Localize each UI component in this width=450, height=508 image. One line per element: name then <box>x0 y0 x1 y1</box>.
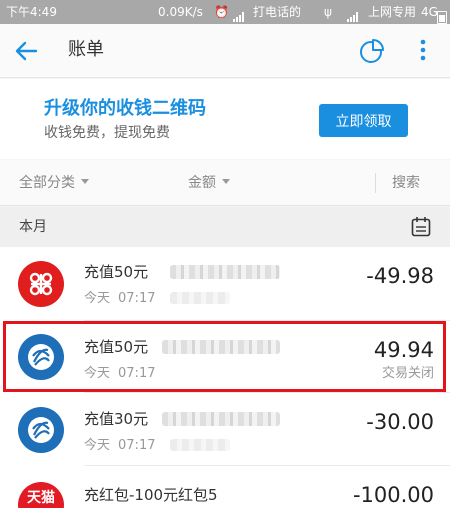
pie-chart-icon <box>360 39 384 63</box>
transaction-name: 充红包-100元红包5 <box>84 486 218 504</box>
status-time: 下午4:49 <box>6 5 57 19</box>
app-bar: 账单 <box>0 24 450 78</box>
transaction-name: 充值50元 <box>84 263 149 281</box>
china-unicom-icon <box>18 261 64 307</box>
status-bar: 下午4:49 0.09K/s ⏰ 打电话的 ψ 上网专用 4G <box>0 0 450 24</box>
calendar-button[interactable] <box>411 216 431 238</box>
back-arrow-icon <box>15 41 38 61</box>
transaction-amount: -49.98 <box>366 264 434 288</box>
transaction-row[interactable]: 充值30元 今天 07:17 -30.00 <box>0 393 450 466</box>
transaction-row[interactable]: 充值50元 今天 07:17 49.94 交易关闭 <box>0 321 450 393</box>
month-label: 本月 <box>19 219 47 235</box>
category-filter[interactable]: 全部分类 <box>19 174 89 192</box>
transaction-amount: -30.00 <box>366 410 434 434</box>
promo-banner: 升级你的收钱二维码 收钱免费，提现免费 立即领取 <box>0 79 450 159</box>
redacted-phone-number <box>162 412 280 426</box>
china-mobile-icon <box>18 334 64 380</box>
amount-filter[interactable]: 金额 <box>188 174 230 192</box>
transaction-time: 今天 07:17 <box>84 291 156 306</box>
divider <box>375 173 376 193</box>
status-carrier-2: 上网专用 <box>368 5 417 19</box>
page-title: 账单 <box>68 39 104 60</box>
china-mobile-icon <box>18 407 64 453</box>
redacted-phone-number <box>170 265 280 279</box>
amount-filter-label: 金额 <box>188 175 216 191</box>
redacted-phone-number <box>162 340 280 354</box>
filter-bar: 全部分类 金额 搜索 <box>0 160 450 206</box>
caret-down-icon <box>222 178 230 184</box>
caret-down-icon <box>81 178 89 184</box>
transaction-list: 充值50元 今天 07:17 -49.98 充值50元 今天 07:17 49.94… <box>0 247 450 508</box>
redacted-detail <box>170 292 230 304</box>
more-menu-button[interactable] <box>412 36 434 66</box>
redacted-detail <box>170 439 230 451</box>
transaction-status: 交易关闭 <box>381 366 434 381</box>
more-vertical-icon <box>420 39 426 61</box>
promo-subtitle: 收钱免费，提现免费 <box>44 125 170 141</box>
search-button[interactable]: 搜索 <box>392 174 420 192</box>
transaction-amount: -100.00 <box>352 483 434 507</box>
transaction-time: 今天 07:17 <box>84 438 156 453</box>
transaction-row[interactable]: 充值50元 今天 07:17 -49.98 <box>0 247 450 321</box>
back-button[interactable] <box>12 37 40 65</box>
category-filter-label: 全部分类 <box>19 175 75 191</box>
month-section-header: 本月 <box>0 207 450 247</box>
claim-now-button[interactable]: 立即领取 <box>319 104 408 137</box>
alarm-icon: ⏰ <box>214 5 229 19</box>
transaction-time: 今天 07:17 <box>84 366 156 381</box>
tmall-icon: 天猫 <box>18 482 64 508</box>
transaction-name: 充值50元 <box>84 338 149 356</box>
transaction-amount: 49.94 <box>373 338 434 362</box>
usb-icon: ψ <box>324 5 332 19</box>
transaction-name: 充值30元 <box>84 410 149 428</box>
calendar-icon <box>411 217 431 237</box>
statistics-button[interactable] <box>357 36 387 66</box>
status-carrier-1: 打电话的 <box>253 5 302 19</box>
status-network-speed: 0.09K/s <box>158 5 203 19</box>
status-network-type: 4G <box>421 5 438 19</box>
promo-title: 升级你的收钱二维码 <box>44 98 206 119</box>
transaction-row[interactable]: 天猫 充红包-100元红包5 -100.00 <box>0 466 450 508</box>
